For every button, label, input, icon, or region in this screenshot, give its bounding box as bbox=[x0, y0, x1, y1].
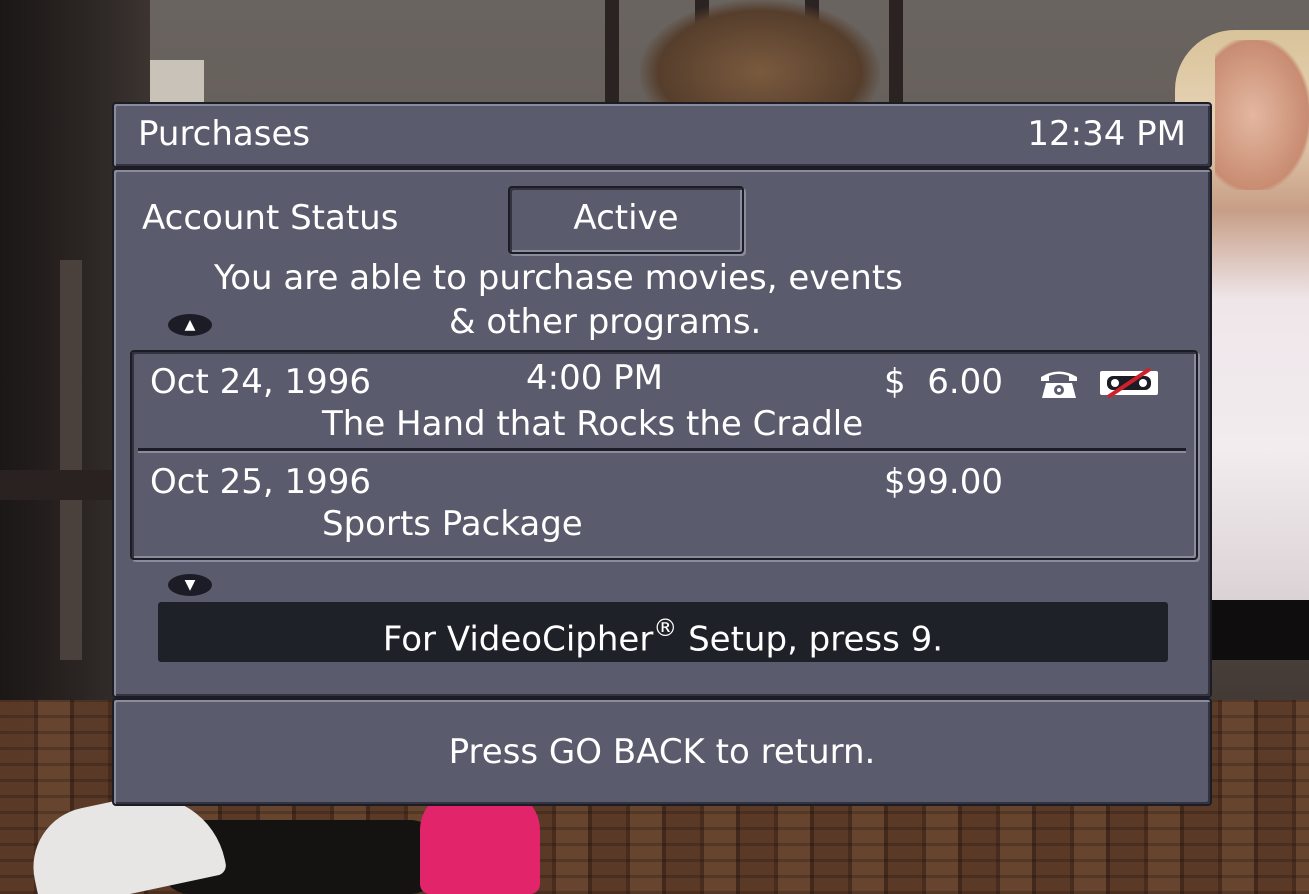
scroll-up-icon[interactable]: ▲ bbox=[168, 314, 212, 336]
account-message-line1: You are able to purchase movies, events bbox=[214, 258, 903, 298]
purchase-title: The Hand that Rocks the Cradle bbox=[322, 404, 864, 444]
videocipher-hint-suffix: Setup, press 9. bbox=[677, 619, 944, 660]
registered-mark: ® bbox=[653, 614, 678, 642]
background-sign bbox=[150, 60, 204, 102]
videocipher-bar[interactable]: For VideoCipher® Setup, press 9. bbox=[158, 602, 1168, 662]
account-message-line2: & other programs. bbox=[449, 302, 762, 342]
header-bar: Purchases 12:34 PM bbox=[112, 102, 1212, 168]
phone-icon bbox=[1041, 371, 1077, 398]
account-status-label: Account Status bbox=[142, 198, 399, 238]
background-shadow bbox=[1210, 600, 1309, 660]
purchase-title: Sports Package bbox=[322, 504, 583, 544]
no-tape-icon bbox=[1100, 368, 1158, 398]
account-status-value: Active bbox=[573, 198, 679, 238]
purchase-date: Oct 25, 1996 bbox=[150, 462, 371, 502]
purchase-time: 4:00 PM bbox=[526, 358, 663, 398]
purchase-price: $99.00 bbox=[884, 462, 1003, 502]
videocipher-hint-prefix: For VideoCipher bbox=[382, 619, 654, 660]
purchase-row[interactable]: Oct 25, 1996 $99.00 Sports Package bbox=[132, 452, 1196, 548]
scroll-down-icon[interactable]: ▼ bbox=[168, 574, 212, 596]
purchases-panel: Account Status Active You are able to pu… bbox=[112, 168, 1212, 698]
page-title: Purchases bbox=[138, 114, 311, 154]
account-status-box: Active bbox=[508, 186, 744, 254]
row-divider bbox=[138, 448, 1186, 451]
purchase-row[interactable]: Oct 24, 1996 4:00 PM $ 6.00 The Hand tha… bbox=[132, 352, 1196, 448]
purchase-date: Oct 24, 1996 bbox=[150, 362, 371, 402]
footer-bar: Press GO BACK to return. bbox=[112, 698, 1212, 806]
background-rail bbox=[0, 470, 130, 500]
clock-time: 12:34 PM bbox=[1027, 114, 1186, 154]
purchase-price: $ 6.00 bbox=[884, 362, 1003, 402]
videocipher-hint: For VideoCipher® Setup, press 9. bbox=[158, 610, 1168, 659]
purchase-list: Oct 24, 1996 4:00 PM $ 6.00 The Hand tha… bbox=[130, 350, 1198, 560]
go-back-hint: Press GO BACK to return. bbox=[448, 732, 876, 772]
background-post-detail bbox=[60, 260, 82, 660]
background-person-face bbox=[1215, 40, 1309, 190]
